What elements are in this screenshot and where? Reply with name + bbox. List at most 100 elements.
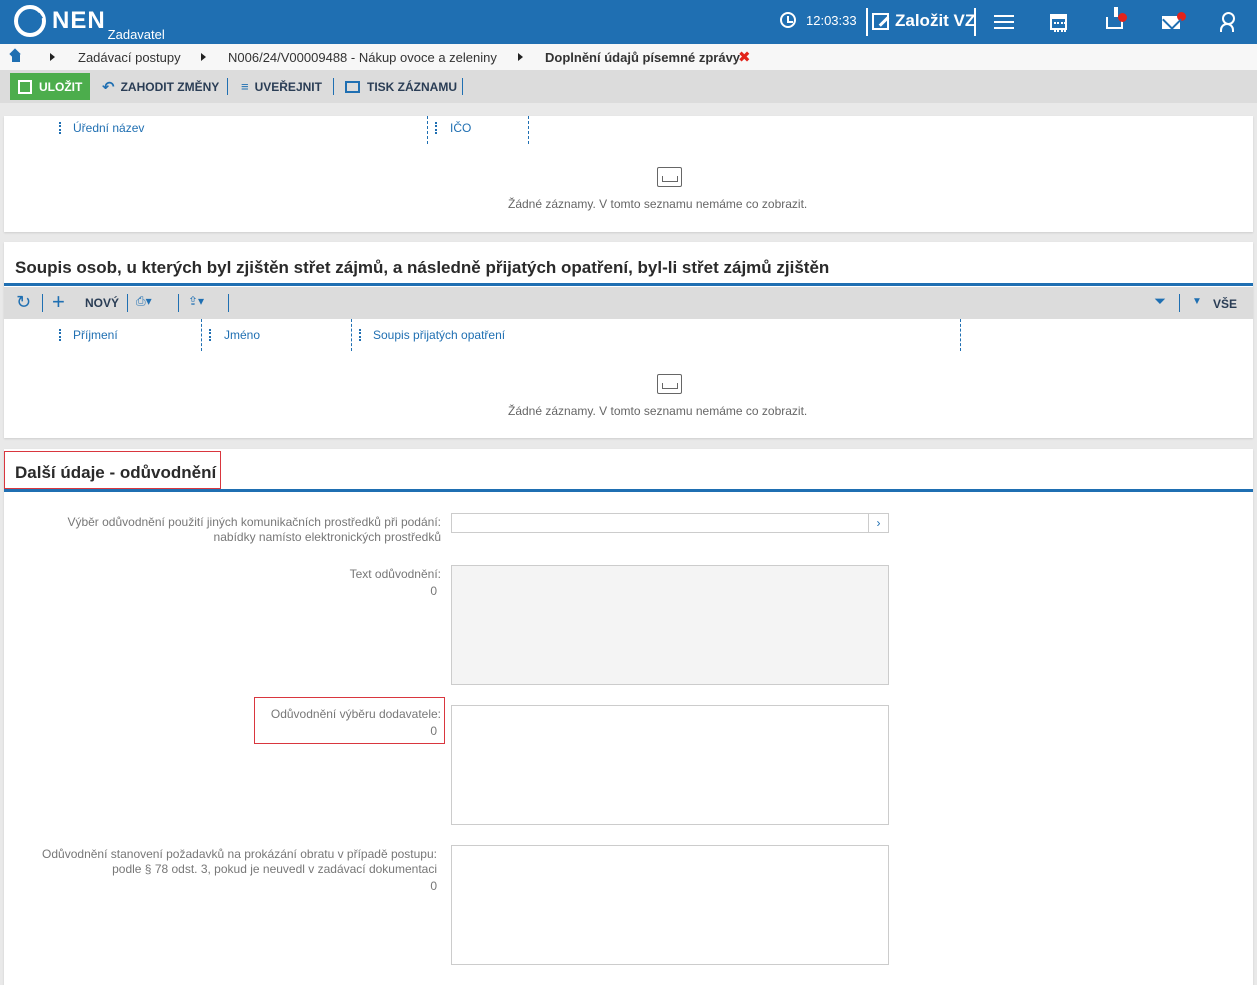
empty-tray-icon (657, 374, 682, 394)
column-menu-icon[interactable] (435, 122, 437, 134)
column-header-official-name[interactable]: Úřední název (73, 121, 144, 135)
discard-label: ZAHODIT ZMĚNY (120, 79, 220, 94)
column-divider (427, 116, 428, 144)
divider (127, 294, 128, 312)
clock-icon (780, 12, 796, 28)
save-button[interactable]: ULOŽIT (10, 73, 90, 100)
divider (462, 78, 463, 95)
column-divider (351, 319, 352, 351)
empty-message: Žádné záznamy. V tomto seznamu nemáme co… (508, 197, 808, 211)
chevron-right-icon (50, 53, 55, 61)
notification-dot (1118, 13, 1127, 22)
user-icon[interactable] (1220, 12, 1235, 32)
label-line: Odůvodnění stanovení požadavků na prokáz… (42, 847, 437, 861)
top-bar: NEN Zadavatel 12:03:33 Založit VZ (0, 0, 1257, 44)
refresh-icon[interactable]: ↻ (16, 292, 31, 313)
print-label: TISK ZÁZNAMU (367, 79, 457, 94)
nen-logo[interactable]: NEN Zadavatel (14, 5, 165, 42)
column-divider (960, 319, 961, 351)
close-icon[interactable]: ✖ (738, 48, 751, 66)
label-line: podle § 78 odst. 3, pokud je neuvedl v z… (112, 862, 437, 876)
conflict-grid-body: Příjmení Jméno Soupis přijatých opatření… (4, 319, 1253, 429)
save-label: ULOŽIT (39, 79, 83, 94)
new-record-button[interactable]: NOVÝ (85, 296, 119, 310)
justification-panel: Další údaje - odůvodnění Výběr odůvodněn… (4, 449, 1253, 985)
notification-dot (1177, 12, 1186, 21)
organizations-grid: Úřední název IČO Žádné záznamy. V tomto … (4, 116, 1253, 232)
label-line: Výběr odůvodnění použití jiných komunika… (67, 515, 441, 529)
section-title: Další údaje - odůvodnění (15, 463, 217, 482)
export-dropdown-icon[interactable]: ⇪▾ (188, 294, 204, 308)
calendar-icon[interactable] (1050, 14, 1067, 32)
column-header-measures[interactable]: Soupis přijatých opatření (373, 328, 505, 342)
edit-icon (872, 12, 889, 30)
divider (974, 8, 976, 36)
divider (1179, 294, 1180, 312)
label-line: nabídky namísto elektronických prostředk… (213, 530, 441, 544)
session-time: 12:03:33 (806, 12, 857, 28)
turnover-requirement-textarea[interactable] (451, 845, 889, 965)
menu-icon[interactable] (994, 12, 1014, 32)
field-label-turnover-requirement: Odůvodnění stanovení požadavků na prokáz… (4, 847, 437, 877)
column-menu-icon[interactable] (209, 329, 211, 341)
column-menu-icon[interactable] (59, 122, 61, 134)
empty-tray-icon (657, 167, 682, 187)
logo-ring-icon (14, 5, 46, 37)
mail-icon[interactable] (1162, 12, 1186, 29)
column-header-ico[interactable]: IČO (450, 121, 471, 135)
chevron-down-icon[interactable]: ▼ (1192, 296, 1202, 307)
communication-means-select[interactable]: › (451, 513, 889, 533)
char-count: 0 (430, 584, 437, 598)
column-header-first-name[interactable]: Jméno (224, 328, 260, 342)
save-icon (18, 79, 32, 94)
char-count: 0 (430, 724, 437, 738)
breadcrumb: Zadávací postupy N006/24/V00009488 - Nák… (0, 44, 1257, 70)
divider (178, 294, 179, 312)
publish-label: UVEŘEJNIT (254, 79, 322, 94)
divider (866, 8, 868, 36)
field-label-communication-means: Výběr odůvodnění použití jiných komunika… (4, 515, 441, 545)
empty-message: Žádné záznamy. V tomto seznamu nemáme co… (508, 404, 808, 418)
inbox-icon[interactable] (1106, 7, 1127, 29)
session-timer: 12:03:33 (780, 12, 857, 28)
breadcrumb-procedures[interactable]: Zadávací postupy (78, 50, 181, 65)
field-label-justification-text: Text odůvodnění: (349, 567, 441, 581)
breadcrumb-current: Doplnění údajů písemné zprávy (545, 50, 741, 65)
publish-icon: ≡ (241, 79, 249, 94)
print-record-button[interactable]: TISK ZÁZNAMU (345, 73, 457, 100)
print-icon (345, 80, 360, 93)
column-divider (201, 319, 202, 351)
chevron-right-icon (201, 53, 206, 61)
action-toolbar: ULOŽIT ↶ ZAHODIT ZMĚNY ≡ UVEŘEJNIT TISK … (0, 70, 1257, 103)
discard-changes-button[interactable]: ↶ ZAHODIT ZMĚNY (102, 73, 219, 100)
column-menu-icon[interactable] (59, 329, 61, 341)
column-header-surname[interactable]: Příjmení (73, 328, 118, 342)
justification-text-area (451, 565, 889, 685)
publish-button[interactable]: ≡ UVEŘEJNIT (241, 73, 322, 100)
section-title: Soupis osob, u kterých byl zjištěn střet… (15, 258, 830, 277)
add-icon[interactable]: + (52, 289, 65, 315)
divider (333, 78, 334, 95)
divider (227, 78, 228, 95)
chevron-right-icon (518, 53, 523, 61)
field-label-supplier-selection: Odůvodnění výběru dodavatele: (270, 707, 441, 721)
column-menu-icon[interactable] (359, 329, 361, 341)
create-tender-button[interactable]: Založit VZ (872, 11, 975, 31)
logo-subtitle: Zadavatel (107, 27, 165, 42)
home-icon[interactable] (10, 51, 22, 62)
grid-toolbar: ↻ + NOVÝ ⎙▾ ⇪▾ ⏷ ▼ VŠE (4, 287, 1253, 319)
supplier-selection-textarea[interactable] (451, 705, 889, 825)
undo-icon: ↶ (102, 78, 115, 96)
print-dropdown-icon[interactable]: ⎙▾ (136, 294, 152, 309)
divider (228, 294, 229, 312)
column-divider (528, 116, 529, 144)
section-underline (4, 283, 1253, 286)
breadcrumb-procedure-detail[interactable]: N006/24/V00009488 - Nákup ovoce a zeleni… (228, 50, 497, 65)
chevron-right-icon[interactable]: › (868, 514, 888, 532)
char-count: 0 (430, 879, 437, 893)
divider (42, 294, 43, 312)
view-all-button[interactable]: VŠE (1213, 297, 1237, 311)
section-underline (4, 489, 1253, 492)
filter-icon[interactable]: ⏷ (1154, 293, 1166, 310)
logo-text: NEN (52, 7, 106, 34)
